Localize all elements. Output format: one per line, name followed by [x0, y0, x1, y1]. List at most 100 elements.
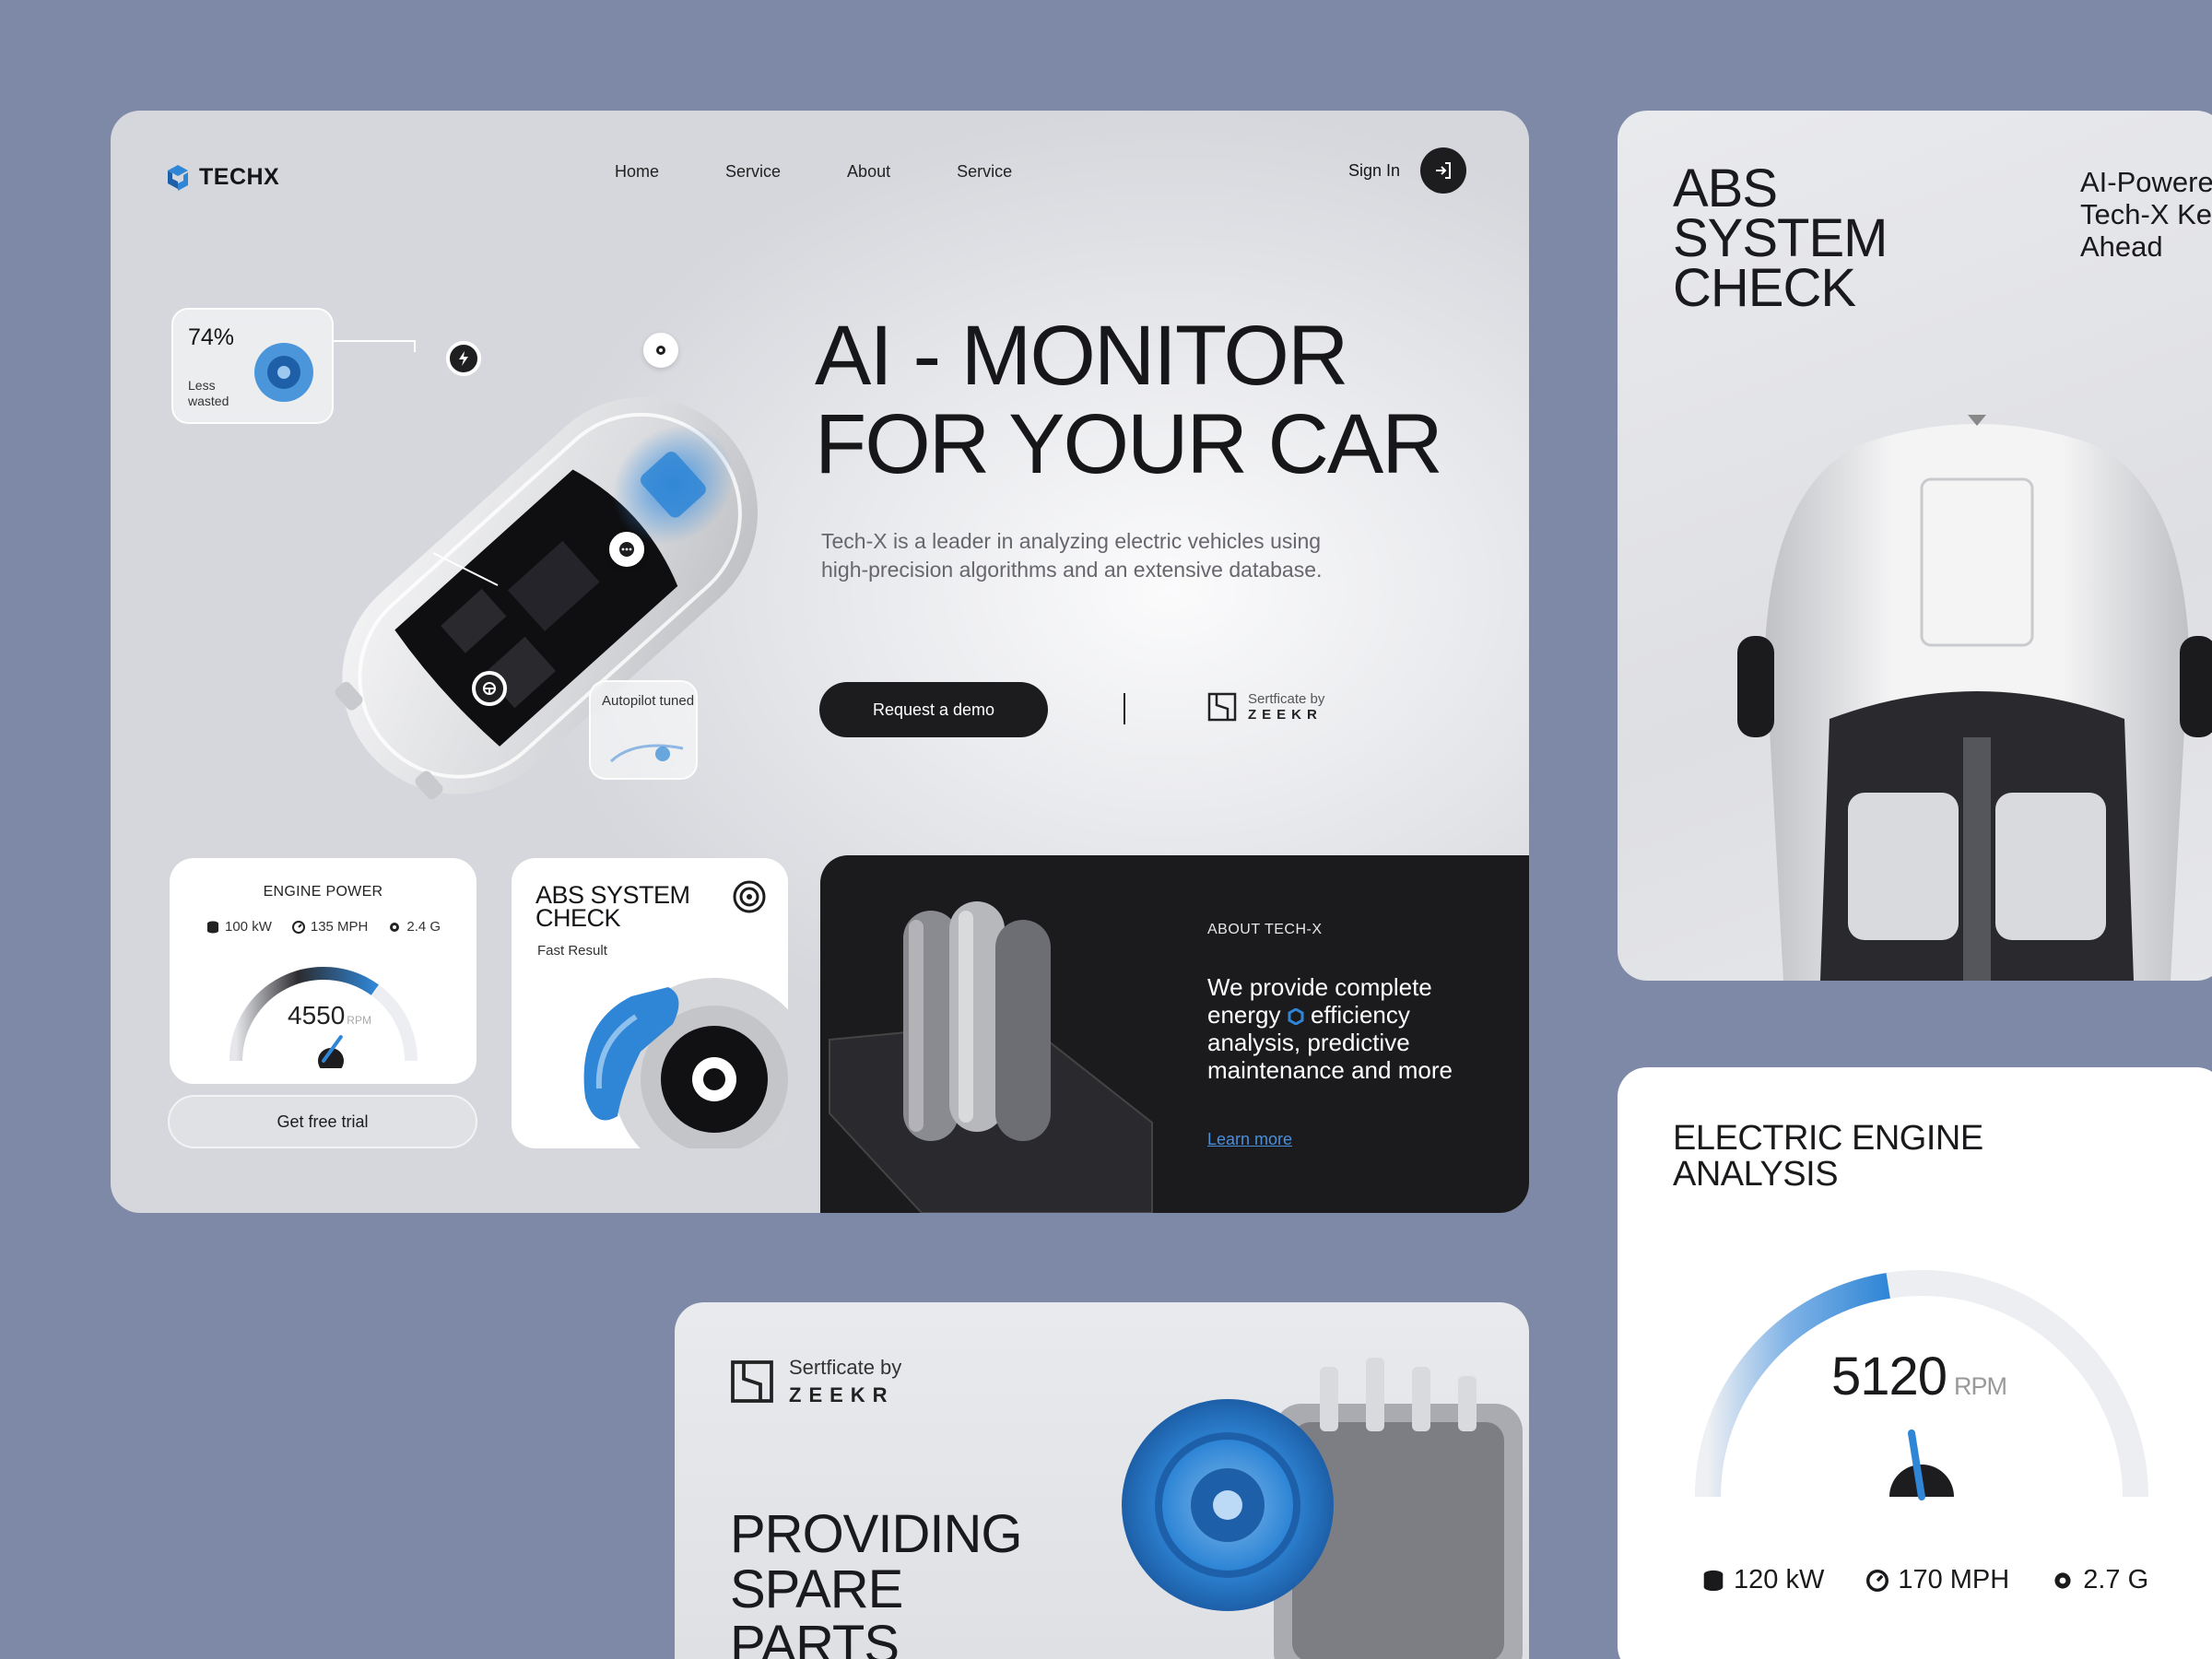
- stat-g: 2.4 G: [388, 919, 441, 935]
- logo[interactable]: TECHX: [166, 164, 279, 191]
- hero-description: Tech-X is a leader in analyzing electric…: [821, 529, 1323, 582]
- autopilot-thumbnail-icon: [609, 744, 684, 763]
- less-wasted-percent: 74%: [188, 324, 235, 350]
- abs-card-side-text: AI-Powere Tech-X Ke Ahead: [2080, 166, 2212, 263]
- stat-mph: 135 MPH: [291, 919, 369, 935]
- electric-rpm-unit: RPM: [1954, 1372, 2007, 1400]
- sign-in-button[interactable]: [1420, 147, 1466, 194]
- stat-kw: 100 kW: [206, 919, 272, 935]
- about-text: We provide complete energy efficiency an…: [1207, 973, 1484, 1084]
- engine-rpm-readout: 4550 RPM: [288, 1001, 371, 1030]
- database-icon: [207, 921, 218, 933]
- steering-icon: [483, 682, 496, 695]
- electric-engine-card: ELECTRIC ENGINE ANALYSIS 5120 RPM 120 kW …: [1618, 1067, 2212, 1659]
- hero-title-line-2: FOR YOUR CAR: [815, 397, 1443, 491]
- abs-side-line-1: AI-Powere: [2080, 166, 2212, 198]
- car-topdown-illustration: [1737, 415, 2212, 981]
- zeekr-logo-icon: [1207, 692, 1237, 722]
- zeekr-logo-icon: [731, 1360, 773, 1403]
- nav-service-2[interactable]: Service: [957, 162, 1012, 182]
- spare-certificate-brand: ZEEKR: [789, 1383, 895, 1406]
- learn-more-link[interactable]: Learn more: [1207, 1130, 1292, 1149]
- abs-mini-title: ABS SYSTEM CHECK: [535, 881, 690, 932]
- gear-icon: [656, 346, 665, 355]
- ee-stat-g: 2.7 G: [2052, 1565, 2148, 1595]
- electric-engine-stats: 120 kW 170 MPH 2.7 G: [1702, 1565, 2148, 1595]
- more-marker[interactable]: [609, 532, 644, 567]
- engine-power-stats: 100 kW 135 MPH 2.4 G: [206, 919, 441, 935]
- about-panel: ABOUT TECH-X We provide complete energy …: [820, 855, 1529, 1213]
- electric-rpm-value: 5120: [1831, 1347, 1947, 1406]
- ee-stat-g-value: 2.7 G: [2083, 1565, 2149, 1594]
- spare-parts-title: PROVIDING SPARE PARTS: [730, 1507, 1022, 1659]
- steering-marker[interactable]: [472, 671, 507, 706]
- spare-certificate-prefix: Sertficate by: [789, 1356, 902, 1379]
- ee-title-line-2: ANALYSIS: [1673, 1155, 1839, 1194]
- request-demo-button[interactable]: Request a demo: [819, 682, 1048, 737]
- about-label: ABOUT TECH-X: [1207, 922, 1323, 937]
- abs-side-line-2: Tech-X Ke: [2080, 198, 2212, 230]
- bolt-icon: [459, 351, 468, 366]
- engine-rpm-value: 4550: [288, 1001, 346, 1030]
- speedometer-icon: [291, 920, 305, 934]
- brake-caliper-illustration: [583, 978, 788, 1148]
- hero-title-line-1: AI - MONITOR: [815, 309, 1348, 403]
- ee-title-line-1: ELECTRIC ENGINE: [1673, 1119, 1983, 1158]
- engine-rpm-unit: RPM: [347, 1014, 371, 1027]
- hero-card: TECHX Home Service About Service Sign In: [111, 111, 1529, 1213]
- electric-engine-title: ELECTRIC ENGINE ANALYSIS: [1673, 1121, 1983, 1193]
- spare-title-line-1: PROVIDING: [730, 1504, 1022, 1564]
- callout-less-wasted: 74% Less wasted: [171, 308, 334, 424]
- engine-power-title: ENGINE POWER: [263, 884, 383, 900]
- motor-thumbnail-icon: [254, 343, 313, 402]
- spare-certificate-badge: Sertficate by ZEEKR: [730, 1356, 901, 1407]
- spare-title-line-3: PARTS: [730, 1615, 900, 1659]
- autopilot-label: Autopilot tuned: [602, 693, 695, 709]
- speedometer-icon: [1866, 1569, 1889, 1592]
- electric-rpm-readout: 5120 RPM: [1831, 1346, 2007, 1407]
- sign-in[interactable]: Sign In: [1348, 147, 1466, 194]
- callout-autopilot: Autopilot tuned: [589, 680, 698, 780]
- abs-check-widget[interactable]: ABS SYSTEM CHECK Fast Result: [512, 858, 788, 1148]
- gear-icon: [390, 922, 400, 932]
- gear-icon: [2054, 1571, 2071, 1589]
- spare-title-line-2: SPARE: [730, 1559, 903, 1619]
- stat-g-value: 2.4 G: [406, 919, 441, 935]
- logo-text: TECHX: [199, 164, 280, 190]
- abs-card-title-text: ABS SYSTEM CHECK: [1673, 159, 1888, 318]
- ee-stat-kw: 120 kW: [1702, 1565, 1824, 1595]
- main-nav: Home Service About Service: [615, 162, 1012, 182]
- stat-kw-value: 100 kW: [225, 919, 272, 935]
- bolt-marker[interactable]: [446, 341, 481, 376]
- hero-title: AI - MONITOR FOR YOUR CAR: [815, 309, 1443, 491]
- abs-card-title: ABS SYSTEM CHECK: [1673, 159, 1903, 318]
- nav-about[interactable]: About: [847, 162, 890, 182]
- nav-home[interactable]: Home: [615, 162, 659, 182]
- sign-in-label[interactable]: Sign In: [1348, 161, 1400, 181]
- free-trial-button[interactable]: Get free trial: [168, 1095, 477, 1148]
- ee-stat-mph-value: 170 MPH: [1898, 1565, 2010, 1594]
- abs-system-card: ABS SYSTEM CHECK AI-Powere Tech-X Ke Ahe…: [1618, 111, 2212, 981]
- hexagon-icon: [1288, 1008, 1304, 1026]
- certificate-brand: ZEEKR: [1248, 707, 1323, 723]
- certificate-badge: Sertficate by ZEEKR: [1207, 691, 1324, 723]
- abs-side-line-3: Ahead: [2080, 230, 2163, 263]
- less-wasted-label: Less wasted: [188, 378, 229, 408]
- database-icon: [1703, 1570, 1724, 1591]
- battery-cells-illustration: [829, 901, 1153, 1213]
- nav-service[interactable]: Service: [725, 162, 781, 182]
- electric-motor-illustration: [1122, 1358, 1523, 1659]
- engine-power-widget: ENGINE POWER 100 kW 135 MPH 2.4 G 4550 R…: [170, 858, 477, 1084]
- logo-icon: [168, 164, 188, 191]
- divider: [1124, 693, 1125, 724]
- stat-mph-value: 135 MPH: [310, 919, 369, 935]
- brake-disc-icon: [733, 880, 766, 913]
- abs-mini-subtitle: Fast Result: [537, 943, 607, 959]
- certificate-prefix: Sertficate by: [1248, 691, 1325, 707]
- more-icon: [619, 542, 634, 557]
- spare-parts-card: Sertficate by ZEEKR PROVIDING SPARE PART…: [675, 1302, 1529, 1659]
- gear-marker[interactable]: [643, 333, 678, 368]
- ee-stat-mph: 170 MPH: [1866, 1565, 2009, 1595]
- sign-in-icon: [1436, 162, 1451, 179]
- ee-stat-kw-value: 120 kW: [1734, 1565, 1825, 1594]
